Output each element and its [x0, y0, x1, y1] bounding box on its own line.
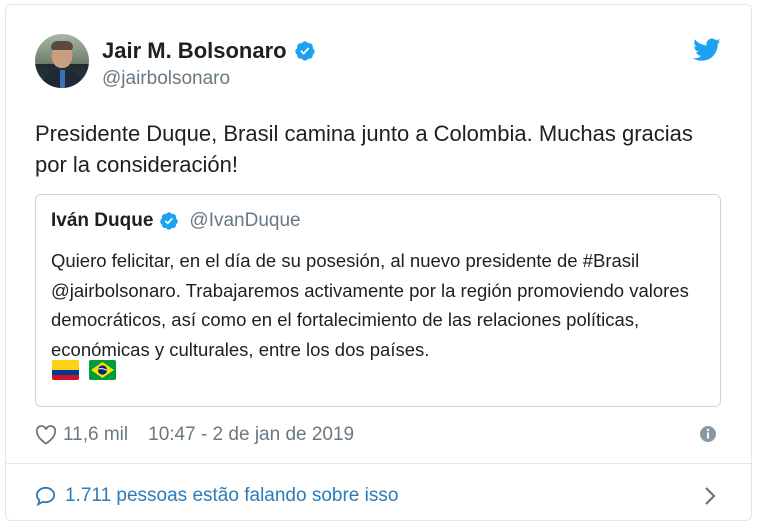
brazil-flag-icon [89, 360, 116, 380]
quoted-author-name: Iván Duque [51, 210, 154, 231]
verified-badge-icon [160, 212, 179, 230]
quoted-tweet[interactable]: Iván Duque @IvanDuque Quiero felicitar, … [35, 194, 721, 407]
conversation-count-text: 1.711 pessoas estão falando sobre isso [65, 485, 399, 506]
author-handle[interactable]: @jairbolsonaro [102, 68, 316, 90]
twitter-bird-icon[interactable] [693, 38, 721, 62]
author-avatar[interactable] [35, 34, 89, 88]
like-count[interactable]: 11,6 mil [63, 424, 128, 446]
comment-bubble-icon [35, 486, 56, 506]
tweet-timestamp[interactable]: 10:47 - 2 de jan de 2019 [148, 424, 354, 446]
tweet-header: Jair M. Bolsonaro @jairbolsonaro [35, 34, 727, 94]
chevron-right-icon [705, 487, 716, 505]
quoted-author-handle: @IvanDuque [189, 210, 301, 231]
divider [6, 463, 751, 464]
conversation-link[interactable]: 1.711 pessoas estão falando sobre isso [35, 483, 717, 509]
author-name[interactable]: Jair M. Bolsonaro [102, 38, 287, 64]
verified-badge-icon [294, 41, 315, 61]
author-info[interactable]: Jair M. Bolsonaro @jairbolsonaro [102, 38, 316, 90]
quoted-tweet-text: Quiero felicitar, en el día de su posesi… [51, 250, 689, 360]
tweet-meta: 11,6 mil 10:47 - 2 de jan de 2019 [35, 423, 717, 447]
info-icon[interactable] [699, 425, 717, 443]
heart-icon[interactable] [35, 425, 57, 445]
tweet-text: Presidente Duque, Brasil camina junto a … [35, 121, 693, 177]
colombia-flag-icon [52, 360, 79, 380]
embedded-tweet-card: Jair M. Bolsonaro @jairbolsonaro Preside… [5, 4, 752, 521]
flag-emojis [52, 360, 116, 380]
